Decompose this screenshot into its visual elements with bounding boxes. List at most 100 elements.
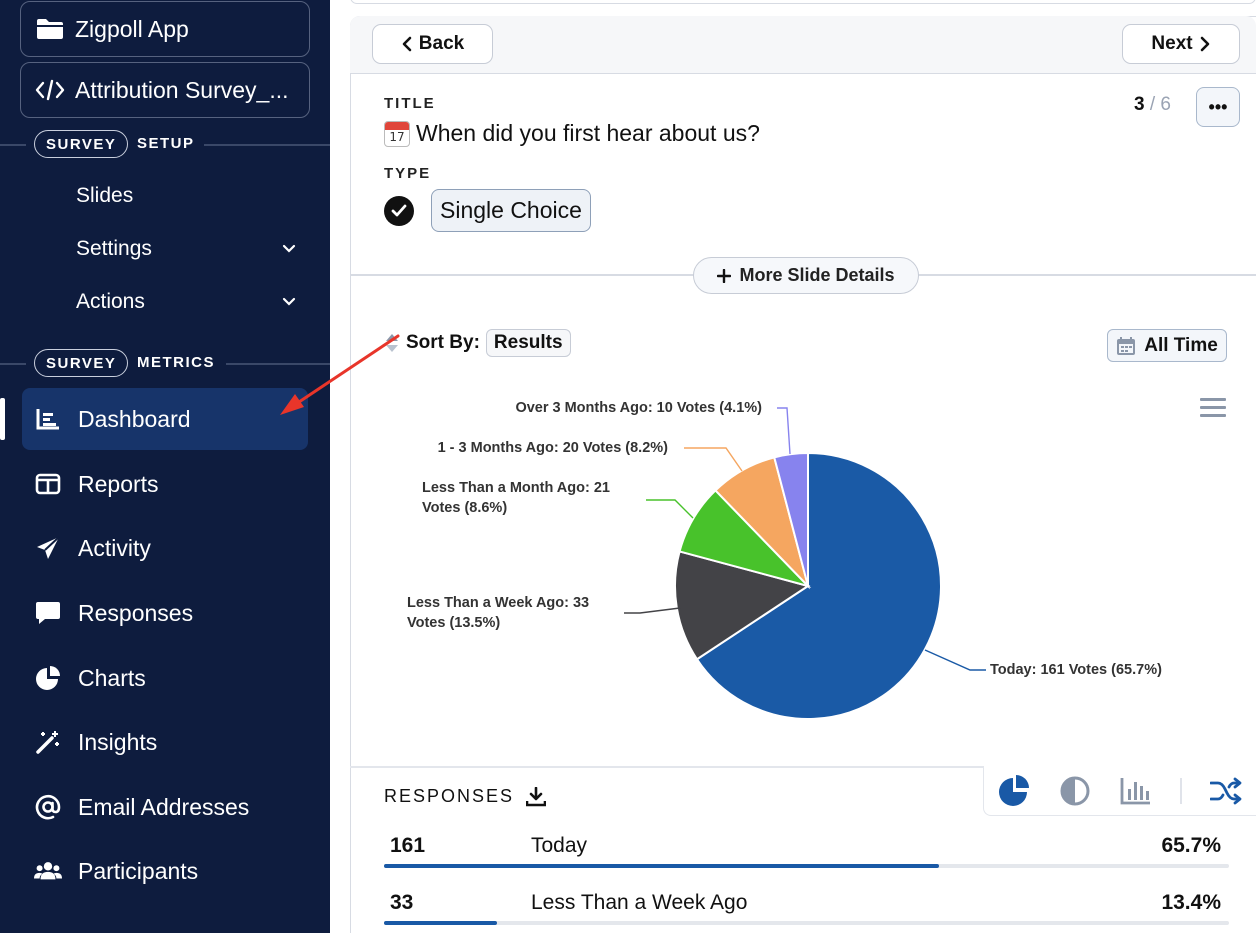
sidebar-item-responses[interactable]: Responses [22, 582, 308, 644]
response-count: 161 [390, 834, 426, 857]
more-slide-details-button[interactable]: More Slide Details [693, 257, 919, 294]
sidebar-item-settings[interactable]: Settings [76, 234, 296, 264]
pie-data-label: Votes (13.5%) [407, 615, 500, 631]
slide-total: / 6 [1149, 94, 1171, 115]
sidebar-item-label: Actions [76, 290, 145, 313]
ellipsis-icon: ••• [1208, 96, 1228, 117]
donut-chart-toggle[interactable] [1058, 774, 1092, 808]
sidebar-item-dashboard[interactable]: Dashboard [22, 388, 308, 450]
half-circle-icon [1060, 776, 1090, 805]
responses-title: RESPONSES [384, 786, 515, 806]
sidebar-item-label: Settings [76, 237, 152, 260]
code-icon [35, 78, 65, 102]
sidebar-item-label: Charts [78, 664, 146, 691]
sidebar-item-charts[interactable]: Charts [22, 647, 308, 709]
sidebar-item-label: Insights [78, 728, 158, 755]
pie-label-connector [624, 607, 681, 614]
bar-chart-icon [1120, 777, 1151, 804]
type-label: TYPE [384, 165, 432, 182]
survey-setup-pill: SURVEY [34, 130, 129, 158]
folder-icon [35, 17, 65, 41]
sidebar-item-label: Slides [76, 184, 134, 207]
response-name: Today [531, 834, 588, 857]
calendar-icon [1117, 336, 1136, 355]
response-bar-fill [384, 864, 940, 868]
survey-metrics-pill: SURVEY [34, 349, 129, 377]
check-circle-icon [384, 196, 414, 226]
response-bar-track [384, 864, 1229, 868]
shuffle-icon [1209, 777, 1241, 804]
sidebar-item-insights[interactable]: Insights [22, 711, 308, 773]
response-percent: 13.4% [1161, 891, 1221, 914]
chevron-left-icon [402, 36, 412, 52]
slide-title: 17 When did you first hear about us? [384, 120, 760, 147]
sidebar-item-label: Participants [78, 857, 199, 884]
active-indicator [0, 398, 5, 440]
dashboard-icon [34, 405, 62, 433]
pie-chart: Today: 161 Votes (65.7%) Less Than a Week… [407, 400, 1162, 720]
annotation-arrow [280, 334, 400, 415]
slide-title-text: When did you first hear about us? [416, 120, 760, 146]
bar-chart-toggle[interactable] [1119, 774, 1153, 808]
table-row: 161 Today 65.7% [384, 834, 1229, 884]
chevron-down-icon [282, 242, 296, 256]
at-sign-icon [34, 793, 62, 821]
speech-bubble-icon [34, 599, 62, 627]
pie-chart-icon [999, 774, 1030, 806]
sidebar-item-label: Activity [78, 534, 151, 561]
sidebar-item-label: Responses [78, 599, 194, 626]
responses-header: RESPONSES [384, 786, 547, 807]
app-switcher[interactable]: Zigpoll App [20, 1, 310, 57]
response-percent: 65.7% [1161, 834, 1221, 857]
sidebar-item-activity[interactable]: Activity [22, 517, 308, 579]
question-type-pill[interactable]: Single Choice [431, 189, 591, 232]
sort-label: Sort By: [406, 332, 480, 353]
survey-setup-label: SETUP [137, 135, 195, 152]
reports-icon [34, 470, 62, 498]
pie-data-label: Less Than a Week Ago: 33 [407, 595, 589, 611]
time-filter-label: All Time [1144, 334, 1218, 356]
pie-data-label: Votes (8.6%) [422, 500, 507, 516]
back-button[interactable]: Back [372, 24, 493, 64]
slide-current: 3 [1134, 94, 1145, 115]
response-name: Less Than a Week Ago [531, 891, 748, 914]
pie-chart-icon [34, 664, 62, 692]
pie-data-label: Over 3 Months Ago: 10 Votes (4.1%) [515, 400, 762, 416]
sort-control[interactable]: Sort By: Results [384, 329, 571, 357]
sidebar-item-email-addresses[interactable]: Email Addresses [22, 776, 308, 838]
title-label: TITLE [384, 95, 436, 112]
app-name: Zigpoll App [75, 15, 189, 42]
survey-setup-section: SURVEY SETUP [0, 130, 330, 160]
users-icon [34, 857, 62, 885]
sidebar-item-label: Email Addresses [78, 793, 250, 820]
sidebar-item-participants[interactable]: Participants [22, 840, 308, 902]
time-filter-button[interactable]: All Time [1107, 329, 1227, 362]
paper-plane-icon [34, 534, 62, 562]
response-count: 33 [390, 891, 414, 914]
magic-wand-icon [34, 728, 62, 756]
back-label: Back [418, 33, 465, 54]
more-options-button[interactable]: ••• [1196, 87, 1240, 127]
response-bar-fill [384, 921, 498, 925]
next-label: Next [1151, 33, 1193, 54]
sidebar-item-reports[interactable]: Reports [22, 453, 308, 515]
download-icon[interactable] [526, 786, 547, 807]
more-slide-details-label: More Slide Details [739, 265, 895, 285]
chart-type-toolbar [983, 766, 1256, 816]
table-row: 33 Less Than a Week Ago 13.4% [384, 891, 1229, 933]
shuffle-toggle[interactable] [1209, 774, 1243, 808]
next-button[interactable]: Next [1122, 24, 1240, 64]
survey-name: Attribution Survey_... [75, 76, 289, 103]
chevron-right-icon [1200, 36, 1209, 52]
pie-chart-toggle[interactable] [997, 774, 1031, 808]
sidebar: Zigpoll App Attribution Survey_... SURVE… [0, 0, 330, 933]
sort-value[interactable]: Results [485, 329, 571, 357]
previous-card-edge [350, 0, 1256, 4]
response-bar-track [384, 921, 1229, 925]
survey-switcher[interactable]: Attribution Survey_... [20, 62, 310, 118]
calendar-icon: 17 [384, 120, 410, 147]
sidebar-item-actions[interactable]: Actions [76, 287, 296, 317]
sidebar-item-slides[interactable]: Slides [76, 181, 296, 211]
chevron-down-icon [282, 295, 296, 309]
pie-data-label: Less Than a Month Ago: 21 [422, 480, 610, 496]
